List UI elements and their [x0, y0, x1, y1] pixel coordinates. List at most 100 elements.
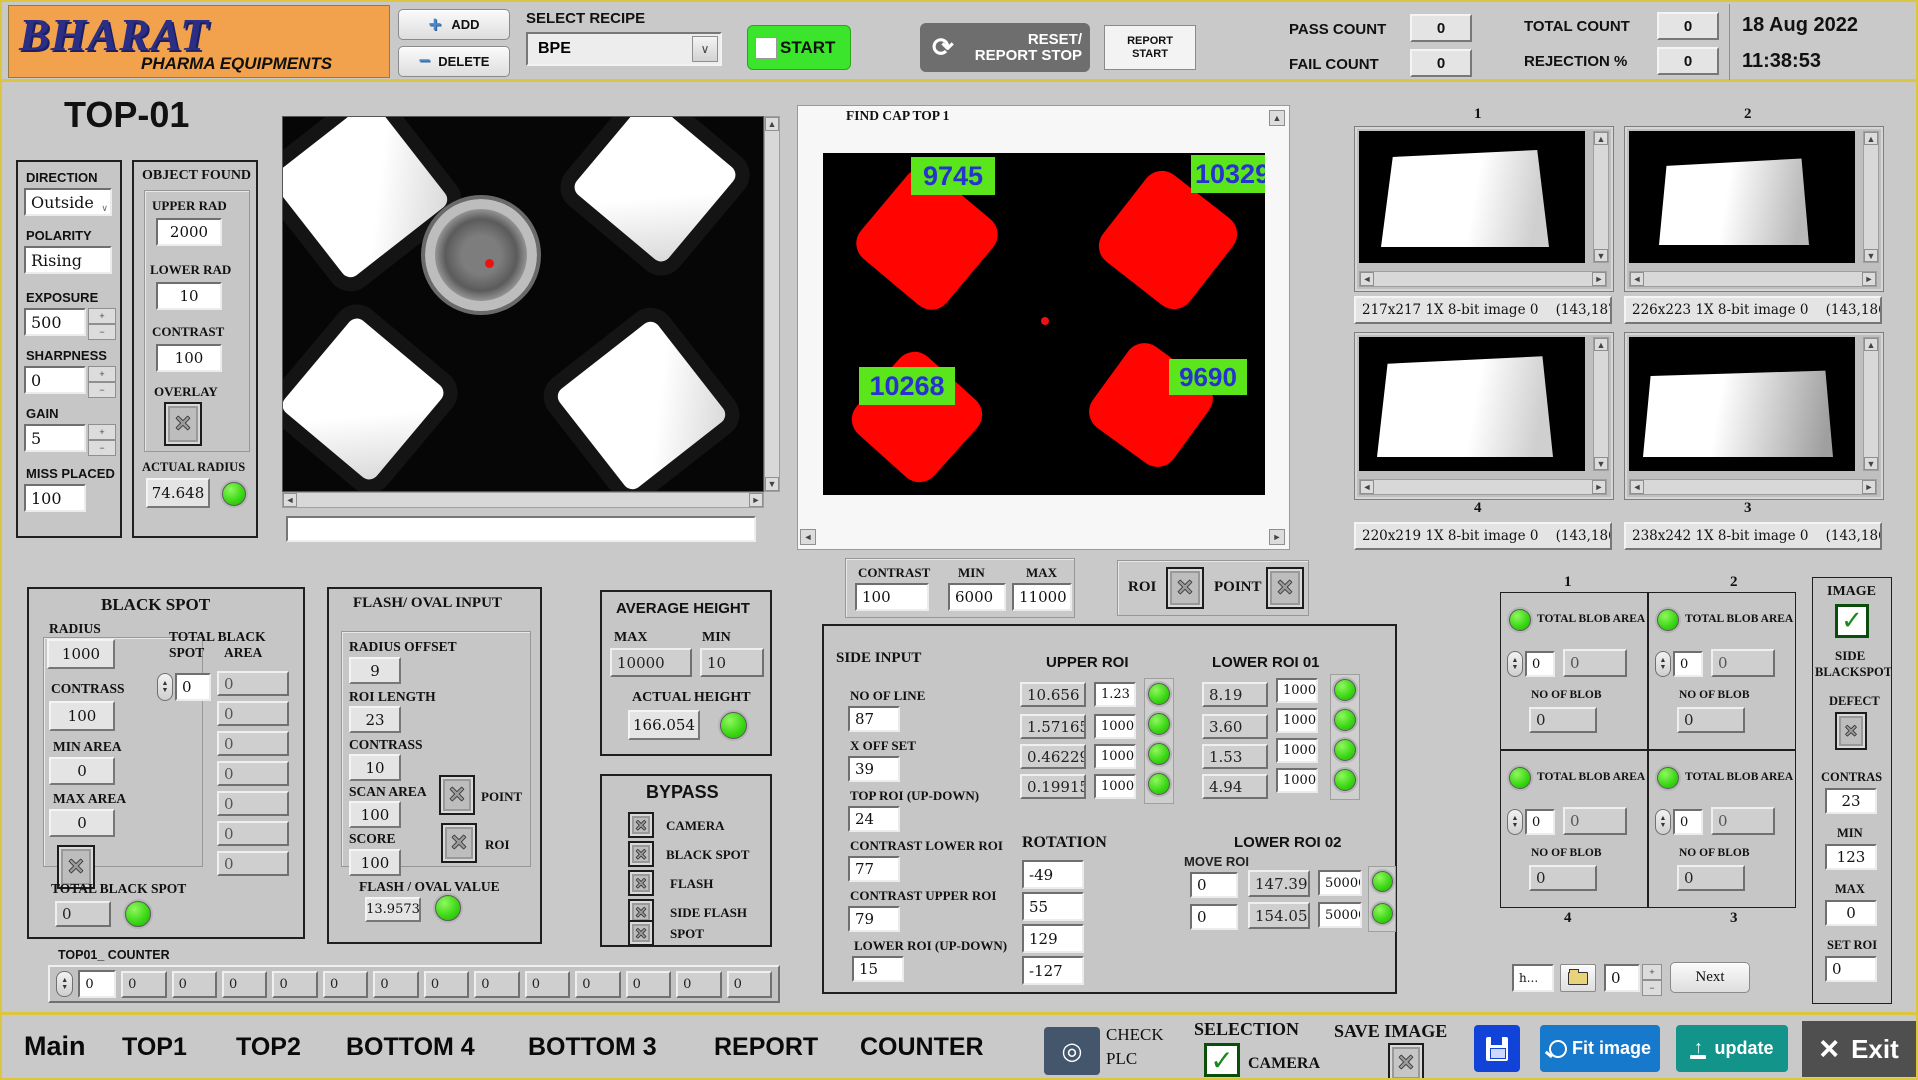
lower-roi01-r3v2[interactable]: 1000 [1276, 738, 1318, 763]
upper-rad-input[interactable]: 2000 [156, 218, 222, 246]
bypass-camera-toggle[interactable]: × [628, 812, 654, 838]
scroll-left-icon[interactable]: ◄ [283, 493, 297, 507]
next-button[interactable]: Next [1670, 962, 1750, 993]
gain-stepper[interactable]: +− [88, 424, 114, 452]
scroll-right-icon[interactable]: ► [749, 493, 763, 507]
contrast-input[interactable]: 100 [855, 583, 929, 611]
selection-camera-checkbox[interactable]: ✓ [1204, 1043, 1240, 1077]
image-index-input[interactable]: 0 [1604, 964, 1640, 992]
scroll-up-icon[interactable]: ▲ [1864, 132, 1878, 145]
tab-top1[interactable]: TOP1 [122, 1033, 187, 1062]
contrast-upper-roi-input[interactable]: 79 [848, 906, 900, 932]
thumbnail-1[interactable]: ▲ ▼ ◄ ► [1354, 126, 1614, 292]
upper-roi-r3v2[interactable]: 1000 [1094, 744, 1136, 769]
exposure-input[interactable]: 500 [24, 308, 86, 336]
blob-index-stepper[interactable]: ▲▼ [1655, 651, 1671, 677]
file-path-input[interactable]: h... [1512, 964, 1554, 992]
blob-index-stepper[interactable]: ▲▼ [1655, 809, 1671, 835]
point-toggle-button[interactable]: × [1266, 567, 1304, 609]
tab-bottom4[interactable]: BOTTOM 4 [346, 1033, 475, 1062]
bs-contrass-input[interactable]: 100 [49, 701, 115, 731]
camera-image-viewer[interactable] [282, 116, 764, 492]
tab-top2[interactable]: TOP2 [236, 1033, 301, 1062]
thumb3-vscrollbar[interactable]: ▲ ▼ [1863, 337, 1879, 471]
rotation-value-3[interactable]: 129 [1022, 924, 1084, 953]
counter-index-stepper[interactable]: ▲▼ [56, 971, 73, 997]
polarity-dropdown[interactable]: Rising [24, 246, 112, 274]
sharpness-input[interactable]: 0 [24, 366, 86, 394]
tab-bottom3[interactable]: BOTTOM 3 [528, 1033, 657, 1062]
check-plc-button[interactable]: ◎ [1044, 1027, 1100, 1075]
min-area-input[interactable]: 0 [49, 757, 115, 785]
thumb2-hscrollbar[interactable]: ◄ ► [1629, 271, 1877, 287]
upper-roi-r1v2[interactable]: 1.23 [1094, 682, 1136, 707]
contrast-lower-roi-input[interactable]: 77 [848, 856, 900, 882]
scroll-down-icon[interactable]: ▼ [1864, 457, 1878, 470]
rotation-value-1[interactable]: -49 [1022, 860, 1084, 889]
recipe-dropdown[interactable]: BPE ∨ [526, 32, 722, 66]
move-roi-input-1[interactable]: 0 [1190, 872, 1238, 898]
recipe-dropdown-arrow[interactable]: ∨ [692, 36, 718, 62]
bypass-flash-toggle[interactable]: × [628, 870, 654, 896]
start-checkbox[interactable] [755, 37, 777, 59]
scroll-down-icon[interactable]: ▼ [1864, 249, 1878, 262]
scroll-up-icon[interactable]: ▲ [1594, 338, 1608, 351]
findcap-scroll-right[interactable]: ► [1269, 529, 1285, 545]
score-input[interactable]: 100 [349, 849, 401, 876]
exit-button[interactable]: × Exit [1802, 1021, 1916, 1077]
lower-roi02-limit-2[interactable]: 50000 [1318, 902, 1362, 928]
scroll-left-icon[interactable]: ◄ [1360, 480, 1374, 494]
area-index-stepper[interactable]: ▲▼ [157, 673, 173, 701]
report-start-button[interactable]: REPORT START [1104, 25, 1196, 70]
lower-rad-input[interactable]: 10 [156, 282, 222, 310]
lower-roi01-r4v2[interactable]: 1000 [1276, 768, 1318, 793]
scroll-up-icon[interactable]: ▲ [1864, 338, 1878, 351]
scroll-down-icon[interactable]: ▼ [765, 477, 779, 491]
thumb3-hscrollbar[interactable]: ◄ ► [1629, 479, 1877, 495]
tab-counter[interactable]: COUNTER [860, 1033, 984, 1062]
ip-contras-input[interactable]: 23 [1825, 788, 1877, 814]
scroll-left-icon[interactable]: ◄ [1630, 272, 1644, 286]
defect-toggle-button[interactable]: × [1835, 712, 1867, 750]
fo-point-toggle-button[interactable]: × [439, 775, 475, 815]
delete-button[interactable]: − DELETE [398, 46, 510, 77]
folder-browse-button[interactable] [1560, 964, 1596, 992]
overlay-toggle-button[interactable]: × [164, 402, 202, 446]
x-off-set-input[interactable]: 39 [848, 756, 900, 782]
max-area-input[interactable]: 0 [49, 809, 115, 837]
upper-roi-r2v2[interactable]: 1000 [1094, 714, 1136, 739]
fo-contrass-input[interactable]: 10 [349, 754, 401, 781]
scroll-down-icon[interactable]: ▼ [1594, 457, 1608, 470]
thumb2-vscrollbar[interactable]: ▲ ▼ [1863, 131, 1879, 263]
scroll-down-icon[interactable]: ▼ [1594, 249, 1608, 262]
camera-hscrollbar[interactable]: ◄ ► [282, 492, 764, 508]
blob-index-input[interactable]: 0 [1525, 809, 1555, 835]
thumbnail-2[interactable]: ▲ ▼ ◄ ► [1624, 126, 1884, 292]
start-button[interactable]: START [747, 25, 851, 70]
findcap-scroll-up[interactable]: ▲ [1269, 110, 1285, 126]
upper-roi-r4v2[interactable]: 1000 [1094, 774, 1136, 799]
top-roi-input[interactable]: 24 [848, 806, 900, 832]
direction-dropdown[interactable]: Outside ∨ [24, 188, 112, 216]
fo-roi-toggle-button[interactable]: × [441, 823, 477, 863]
bypass-black-spot-toggle[interactable]: × [628, 841, 654, 867]
add-button[interactable]: + ADD [398, 9, 510, 40]
blob-index-input[interactable]: 0 [1673, 809, 1703, 835]
scroll-right-icon[interactable]: ► [1862, 272, 1876, 286]
scroll-right-icon[interactable]: ► [1862, 480, 1876, 494]
findcap-scroll-left[interactable]: ◄ [800, 529, 816, 545]
blob-index-input[interactable]: 0 [1673, 651, 1703, 677]
image-index-stepper[interactable]: +− [1642, 964, 1660, 992]
tab-main[interactable]: Main [24, 1031, 86, 1062]
scroll-right-icon[interactable]: ► [1592, 272, 1606, 286]
scroll-left-icon[interactable]: ◄ [1360, 272, 1374, 286]
lower-roi01-r2v2[interactable]: 1000 [1276, 708, 1318, 733]
no-of-line-input[interactable]: 87 [848, 706, 900, 732]
thumb1-hscrollbar[interactable]: ◄ ► [1359, 271, 1607, 287]
scan-area-input[interactable]: 100 [349, 801, 401, 828]
roi-length-input[interactable]: 23 [349, 706, 401, 733]
scroll-right-icon[interactable]: ► [1592, 480, 1606, 494]
save-button[interactable] [1474, 1025, 1520, 1072]
miss-placed-input[interactable]: 100 [24, 484, 86, 512]
roi-toggle-button[interactable]: × [1166, 567, 1204, 609]
